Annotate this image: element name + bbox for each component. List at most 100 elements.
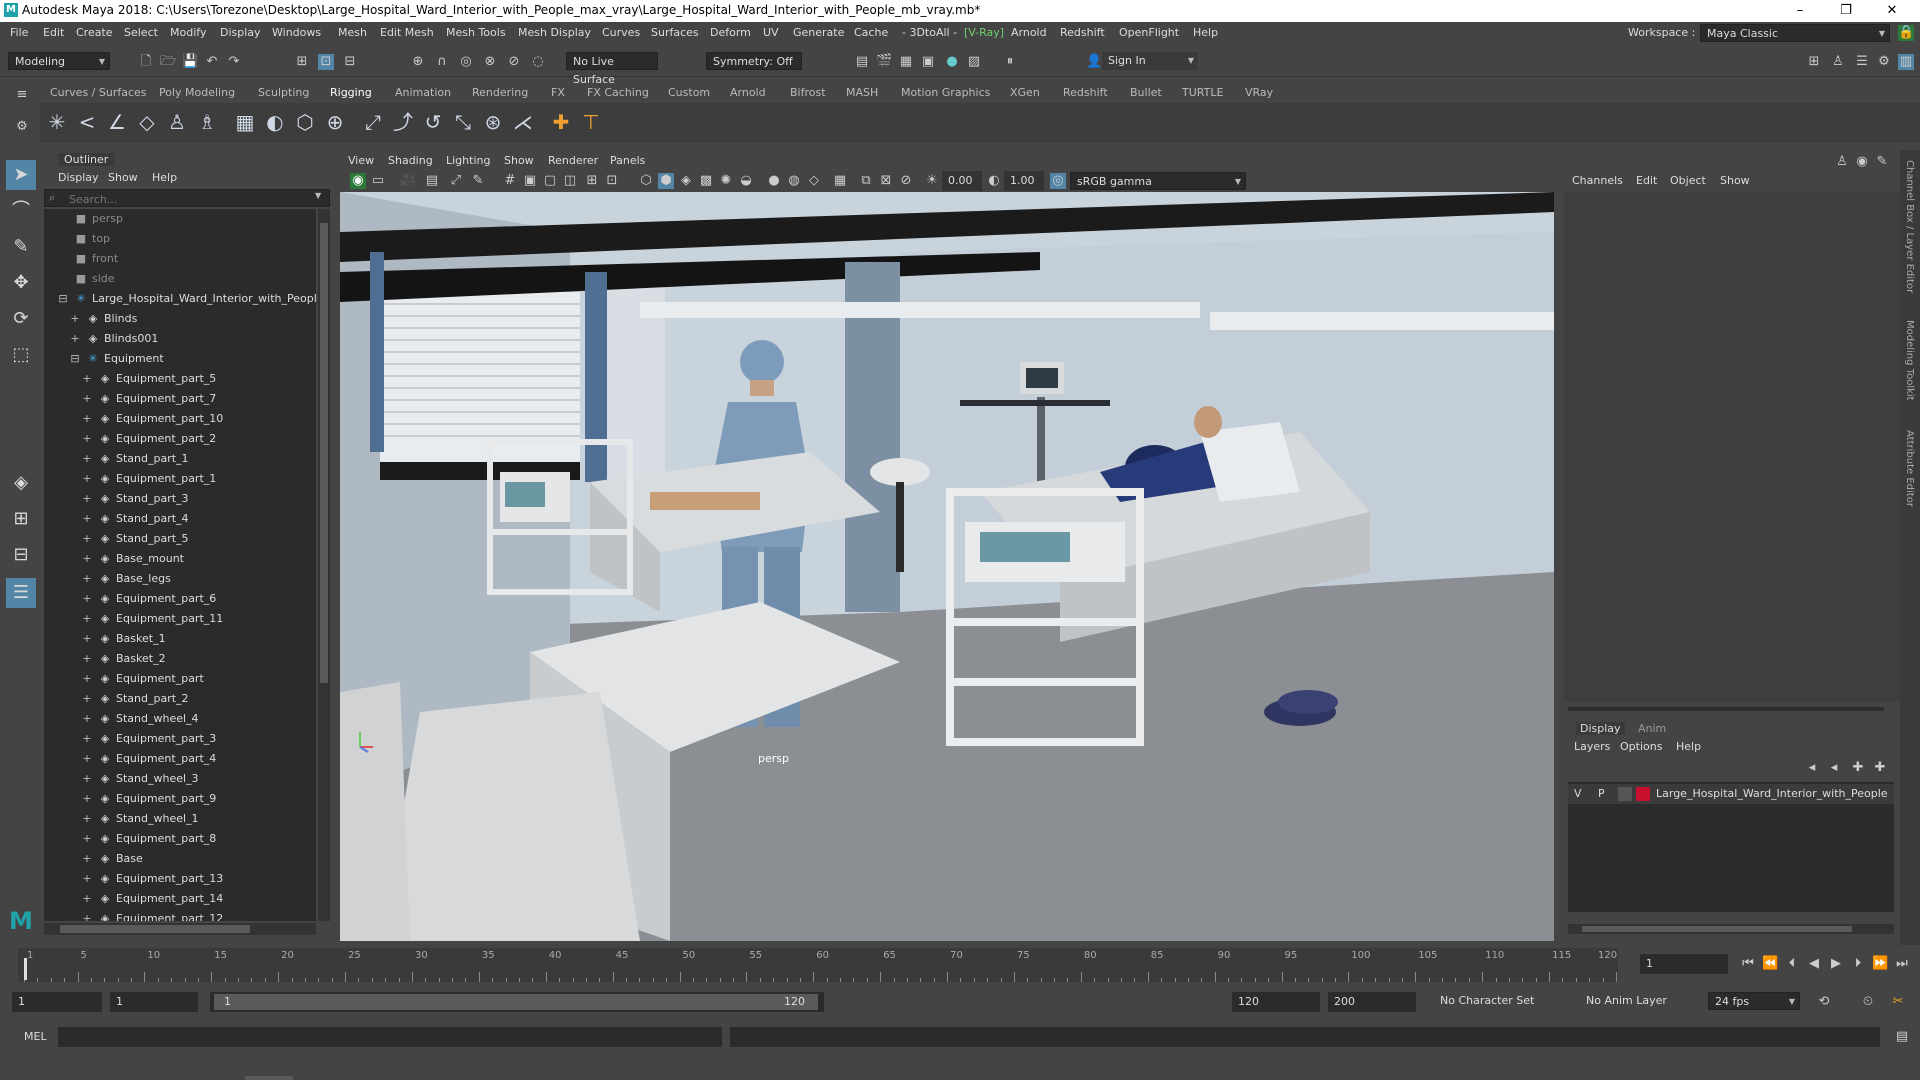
- menu-surfaces[interactable]: Surfaces: [651, 26, 699, 39]
- wrap-deformer-icon[interactable]: ⬡: [292, 109, 318, 135]
- layer-color-swatch[interactable]: [1636, 787, 1650, 801]
- outliner-item[interactable]: ■ top: [56, 229, 110, 249]
- outliner-item[interactable]: + ◈ Equipment_part_11: [80, 609, 223, 629]
- shelf-tab-arnold[interactable]: Arnold: [730, 86, 766, 99]
- menu-deform[interactable]: Deform: [710, 26, 751, 39]
- outliner-item[interactable]: + ◈ Equipment_part_12: [80, 909, 223, 921]
- snap-to-point-icon[interactable]: ◎: [458, 54, 474, 70]
- outliner-tab[interactable]: Outliner: [58, 153, 115, 166]
- smooth-shade-icon[interactable]: ⬢: [658, 173, 674, 189]
- loop-icon[interactable]: ⟲: [1816, 994, 1832, 1010]
- joint-tool-icon[interactable]: ✳: [44, 109, 70, 135]
- outliner-menu-show[interactable]: Show: [108, 171, 138, 184]
- attribute-editor-icon[interactable]: ☰: [1854, 54, 1870, 70]
- expand-icon[interactable]: +: [68, 329, 82, 349]
- expand-icon[interactable]: +: [80, 829, 94, 849]
- create-layer-icon[interactable]: ✚: [1850, 760, 1866, 776]
- shelf-tab-xgen[interactable]: XGen: [1010, 86, 1040, 99]
- expand-icon[interactable]: +: [80, 729, 94, 749]
- paint-select-tool-icon[interactable]: ✎: [6, 232, 36, 262]
- bind-skin-icon[interactable]: ⤢: [360, 109, 386, 135]
- shelf-tab-mash[interactable]: MASH: [846, 86, 878, 99]
- menu-create[interactable]: Create: [76, 26, 113, 39]
- outliner-item[interactable]: + ◈ Stand_part_1: [80, 449, 188, 469]
- move-tool-icon[interactable]: ✥: [6, 268, 36, 298]
- range-slider-handle[interactable]: 1 120: [214, 994, 818, 1010]
- symmetry-dropdown[interactable]: Symmetry: Off: [706, 52, 802, 70]
- anim-layer-dropdown[interactable]: No Anim Layer: [1580, 992, 1680, 1010]
- maximize-button[interactable]: ❐: [1826, 0, 1866, 22]
- safe-action-icon[interactable]: ⊡: [604, 173, 620, 189]
- shelf-tab-custom[interactable]: Custom: [668, 86, 710, 99]
- expand-icon[interactable]: +: [80, 609, 94, 629]
- step-back-frame-icon[interactable]: ⏴: [1784, 956, 1800, 972]
- animation-start-field[interactable]: 1: [12, 992, 102, 1012]
- current-time-indicator[interactable]: [24, 958, 27, 980]
- select-by-component-icon[interactable]: ⊟: [342, 54, 358, 70]
- animation-end-field[interactable]: 200: [1328, 992, 1416, 1012]
- shelf-tab-bullet[interactable]: Bullet: [1130, 86, 1162, 99]
- expand-icon[interactable]: +: [80, 589, 94, 609]
- hik-icon[interactable]: ♙: [1830, 54, 1846, 70]
- panel-splitter[interactable]: [1568, 707, 1884, 711]
- play-backwards-icon[interactable]: ◀: [1806, 956, 1822, 972]
- auto-key-icon[interactable]: ⏲: [1860, 994, 1876, 1010]
- side-tab-attribute-editor[interactable]: Attribute Editor: [1904, 430, 1915, 507]
- exposure-icon[interactable]: ☀: [924, 173, 940, 189]
- outliner-item[interactable]: + ◈ Equipment_part_1: [80, 469, 216, 489]
- grease-pencil-icon[interactable]: ✎: [470, 173, 486, 189]
- layer-help-menu[interactable]: Help: [1676, 740, 1701, 753]
- tab-display[interactable]: Display: [1576, 722, 1625, 735]
- humanik-icon[interactable]: ♗: [194, 109, 220, 135]
- menu-edit[interactable]: Edit: [43, 26, 64, 39]
- outliner-item[interactable]: ■ persp: [56, 209, 123, 229]
- wireframe-on-shaded-icon[interactable]: ◈: [678, 173, 694, 189]
- collapse-icon[interactable]: ⊟: [68, 349, 82, 369]
- outliner-item[interactable]: + ◈ Equipment_part_10: [80, 409, 223, 429]
- gate-mask-icon[interactable]: ◫: [562, 173, 578, 189]
- save-scene-icon[interactable]: 💾: [182, 54, 198, 70]
- ik-spline-icon[interactable]: ∠: [104, 109, 130, 135]
- outliner-item[interactable]: + ◈ Stand_wheel_1: [80, 809, 198, 829]
- expand-icon[interactable]: +: [80, 909, 94, 921]
- outliner-item[interactable]: + ◈ Basket_1: [80, 629, 165, 649]
- snap-to-curve-icon[interactable]: ∩: [434, 54, 450, 70]
- lattice-icon[interactable]: ▦: [232, 109, 258, 135]
- lock-icon[interactable]: 🔒: [1898, 25, 1914, 41]
- aim-constraint-icon[interactable]: ⊛: [480, 109, 506, 135]
- color-management-icon[interactable]: ◎: [1050, 173, 1066, 189]
- channels-menu[interactable]: Channels: [1572, 174, 1623, 187]
- outliner-scroll-thumb[interactable]: [320, 223, 328, 683]
- gamma-field[interactable]: 1.00: [1004, 171, 1044, 191]
- bookmarks-icon[interactable]: 🎥: [400, 173, 416, 189]
- outliner-item[interactable]: + ◈ Equipment_part_5: [80, 369, 216, 389]
- current-frame-field[interactable]: 1: [1640, 954, 1728, 974]
- xray-components-icon[interactable]: ⊘: [898, 173, 914, 189]
- scale-constraint-icon[interactable]: ⤡: [450, 109, 476, 135]
- sculpt-deformer-icon[interactable]: ⊕: [322, 109, 348, 135]
- expand-icon[interactable]: +: [80, 869, 94, 889]
- create-layer-from-selected-icon[interactable]: ✚: [1872, 760, 1888, 776]
- single-perspective-layout-icon[interactable]: ◈: [6, 468, 36, 498]
- select-tool-icon[interactable]: ➤: [6, 160, 36, 190]
- redo-icon[interactable]: ↷: [226, 54, 242, 70]
- shelf-tab-turtle[interactable]: TURTLE: [1182, 86, 1223, 99]
- channel-edit-menu[interactable]: Edit: [1636, 174, 1657, 187]
- menu-vray[interactable]: [V-Ray]: [964, 26, 1004, 39]
- live-surface-field[interactable]: No Live Surface: [566, 52, 658, 86]
- expand-icon[interactable]: +: [80, 709, 94, 729]
- outliner-item[interactable]: + ◈ Equipment_part_13: [80, 869, 223, 889]
- exposure-field[interactable]: 0.00: [942, 171, 982, 191]
- shelf-tab-animation[interactable]: Animation: [395, 86, 451, 99]
- mel-input[interactable]: [58, 1027, 722, 1047]
- resolution-gate-icon[interactable]: ▢: [542, 173, 558, 189]
- menu-file[interactable]: File: [10, 26, 28, 39]
- expand-icon[interactable]: +: [80, 629, 94, 649]
- menu-mesh[interactable]: Mesh: [338, 26, 367, 39]
- set-driven-key-icon[interactable]: ⊤: [578, 109, 604, 135]
- ipr-render-icon[interactable]: ▦: [898, 54, 914, 70]
- wireframe-icon[interactable]: ⬡: [638, 173, 654, 189]
- step-back-key-icon[interactable]: ⏪: [1762, 956, 1778, 972]
- lights-icon[interactable]: ✺: [718, 173, 734, 189]
- expand-icon[interactable]: +: [80, 689, 94, 709]
